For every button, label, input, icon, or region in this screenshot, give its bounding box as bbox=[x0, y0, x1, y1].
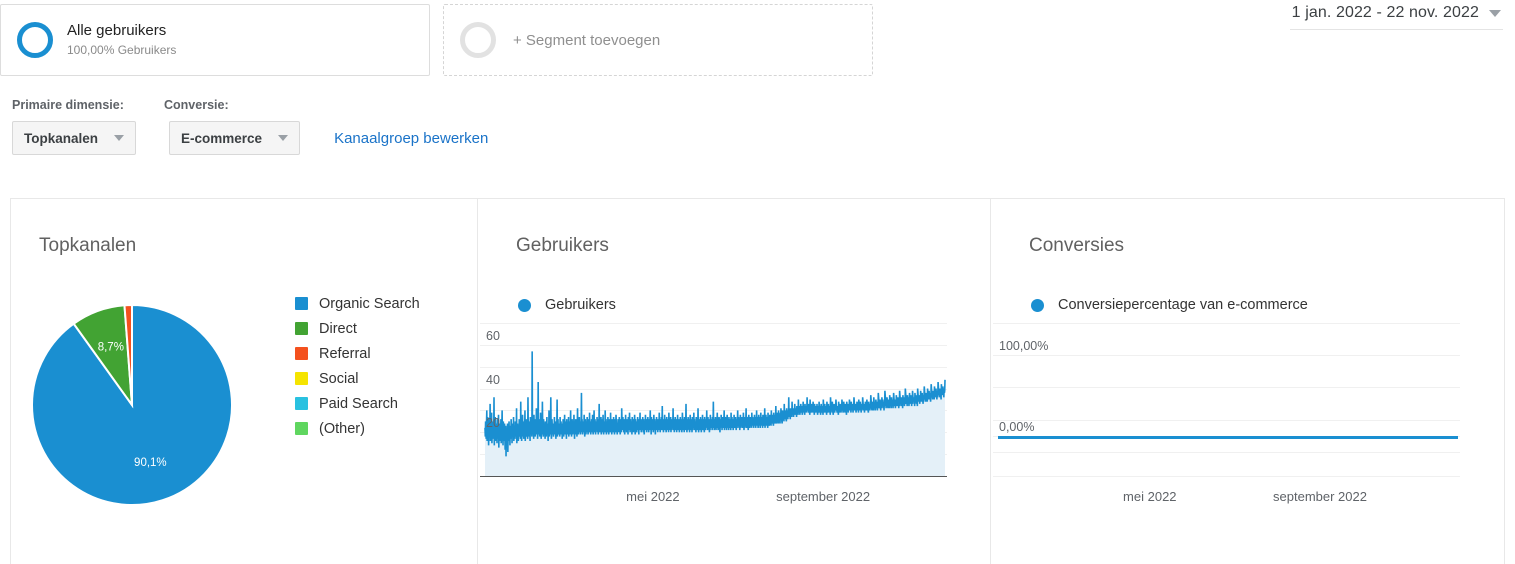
pie-legend-item[interactable]: Organic Search bbox=[295, 291, 420, 316]
panel-top-channels: Topkanalen 90,1% 8,7% Organic Search Direc… bbox=[11, 199, 478, 564]
pie-legend-label: Social bbox=[319, 370, 359, 387]
pie-legend-label: Organic Search bbox=[319, 295, 420, 312]
legend-swatch-icon bbox=[295, 297, 308, 310]
date-range-value: 1 jan. 2022 - 22 nov. 2022 bbox=[1291, 4, 1479, 21]
pie-chart[interactable]: 90,1% 8,7% bbox=[29, 297, 259, 512]
x-axis-tick-label: september 2022 bbox=[776, 489, 871, 504]
conversions-series-name: Conversiepercentage van e-commerce bbox=[1058, 297, 1308, 313]
x-axis-tick-label: mei 2022 bbox=[1123, 489, 1177, 504]
legend-swatch-icon bbox=[295, 422, 308, 435]
gridline bbox=[993, 323, 1460, 324]
conversions-chart-area[interactable]: 100,00% 0,00% mei 2022 september 2022 bbox=[993, 321, 1460, 504]
pie-legend-item[interactable]: Social bbox=[295, 366, 420, 391]
users-series-legend[interactable]: Gebruikers bbox=[518, 297, 616, 313]
pie-legend-item[interactable]: Paid Search bbox=[295, 391, 420, 416]
segment-all-users-title: Alle gebruikers bbox=[67, 21, 167, 39]
panel-title-users: Gebruikers bbox=[516, 235, 609, 256]
gridline bbox=[993, 387, 1460, 389]
segment-all-users[interactable]: Alle gebruikers 100,00% Gebruikers bbox=[0, 4, 430, 76]
segment-all-users-text: Alle gebruikers 100,00% Gebruikers bbox=[67, 22, 176, 59]
panel-users: Gebruikers Gebruikers 60 40 20 mei 2022 sep… bbox=[478, 199, 991, 564]
pie-legend-item[interactable]: Direct bbox=[295, 316, 420, 341]
series-dot-icon bbox=[518, 298, 531, 312]
gridline bbox=[993, 355, 1460, 357]
primary-dimension-label: Primaire dimensie: bbox=[12, 98, 124, 112]
panel-conversions: Conversies Conversiepercentage van e-com… bbox=[991, 199, 1504, 564]
primary-dimension-select[interactable]: Topkanalen bbox=[12, 121, 137, 155]
legend-swatch-icon bbox=[295, 322, 308, 335]
y-axis-tick-label: 20 bbox=[486, 416, 500, 431]
legend-swatch-icon bbox=[295, 347, 308, 360]
pie-legend-label: (Other) bbox=[319, 420, 365, 437]
conversion-label: Conversie: bbox=[164, 98, 229, 112]
segment-all-users-subtitle: 100,00% Gebruikers bbox=[67, 43, 177, 58]
x-axis-tick-label: september 2022 bbox=[1273, 489, 1367, 504]
legend-swatch-icon bbox=[295, 372, 308, 385]
pie-slice-label: 8,7% bbox=[98, 342, 124, 354]
y-axis-tick-label: 0,00% bbox=[999, 419, 1035, 434]
conversions-series-legend[interactable]: Conversiepercentage van e-commerce bbox=[1031, 297, 1308, 313]
edit-channel-group-link[interactable]: Kanaalgroep bewerken bbox=[334, 130, 488, 147]
chevron-down-icon bbox=[1489, 9, 1501, 17]
pie-legend-label: Direct bbox=[319, 320, 357, 337]
segment-bar: Alle gebruikers 100,00% Gebruikers + Seg… bbox=[0, 4, 1515, 82]
pie-legend: Organic Search Direct Referral Social Paid S… bbox=[295, 291, 420, 441]
x-axis-tick-label: mei 2022 bbox=[626, 489, 680, 504]
dimension-controls: Primaire dimensie: Conversie: Topkanalen… bbox=[12, 98, 488, 155]
chevron-down-icon bbox=[114, 135, 125, 141]
users-chart-area[interactable]: 60 40 20 mei 2022 september 2022 bbox=[480, 321, 947, 504]
add-segment-label: + Segment toevoegen bbox=[513, 31, 661, 49]
y-axis-tick-label: 40 bbox=[486, 372, 500, 387]
add-segment-ring-icon bbox=[460, 22, 496, 58]
users-area-fill bbox=[485, 351, 945, 476]
gridline bbox=[993, 419, 1460, 421]
conversion-select[interactable]: E-commerce bbox=[169, 121, 301, 155]
gridline bbox=[993, 476, 1460, 477]
pie-chart-svg: 90,1% 8,7% bbox=[31, 303, 233, 506]
pie-legend-item[interactable]: (Other) bbox=[295, 416, 420, 441]
panel-title-conversions: Conversies bbox=[1029, 235, 1125, 256]
add-segment-button[interactable]: + Segment toevoegen bbox=[443, 4, 873, 76]
primary-dimension-value: Topkanalen bbox=[24, 130, 99, 146]
conversion-value: E-commerce bbox=[181, 130, 263, 146]
panel-title-top-channels: Topkanalen bbox=[39, 235, 137, 256]
pie-legend-label: Referral bbox=[319, 345, 371, 362]
conversions-flat-line bbox=[998, 435, 1458, 439]
gridline bbox=[993, 451, 1460, 453]
series-dot-icon bbox=[1031, 298, 1044, 312]
pie-legend-label: Paid Search bbox=[319, 395, 398, 412]
report-panels: Topkanalen 90,1% 8,7% Organic Search Direc… bbox=[10, 198, 1505, 564]
segment-ring-icon bbox=[17, 22, 53, 58]
legend-swatch-icon bbox=[295, 397, 308, 410]
y-axis-tick-label: 60 bbox=[486, 328, 500, 343]
pie-legend-item[interactable]: Referral bbox=[295, 341, 420, 366]
y-axis-tick-label: 100,00% bbox=[999, 339, 1049, 354]
users-line-svg bbox=[484, 351, 946, 476]
chevron-down-icon bbox=[278, 135, 289, 141]
pie-slice-label: 90,1% bbox=[134, 457, 167, 469]
users-series-name: Gebruikers bbox=[545, 297, 616, 313]
date-range-picker[interactable]: 1 jan. 2022 - 22 nov. 2022 bbox=[1289, 4, 1503, 30]
analytics-channels-report: Alle gebruikers 100,00% Gebruikers + Seg… bbox=[0, 0, 1515, 564]
